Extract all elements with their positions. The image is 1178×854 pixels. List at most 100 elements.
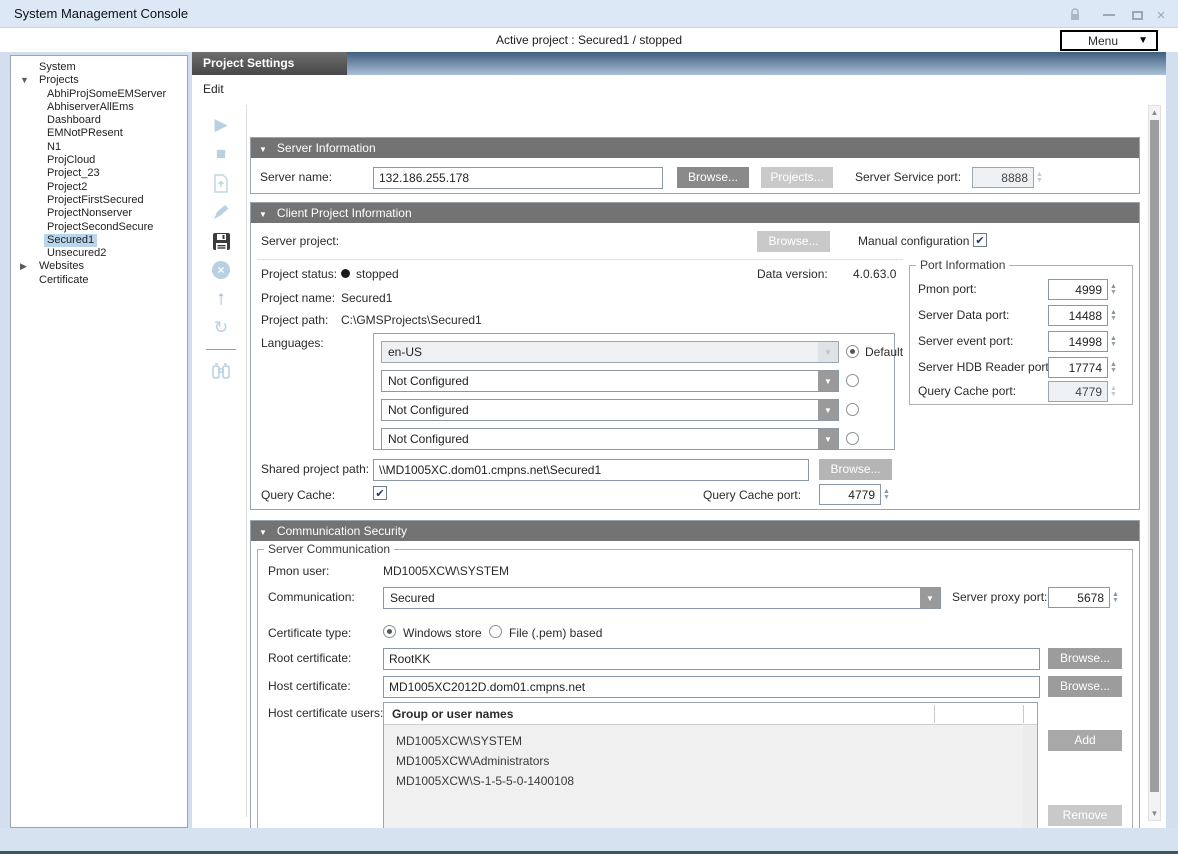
remove-user-button[interactable]: Remove (1048, 805, 1122, 826)
column-separator (934, 705, 935, 723)
server-hdb-reader-port-spinner[interactable]: ▲▼ (1048, 357, 1117, 378)
spinner-arrows-icon[interactable]: ▲▼ (1110, 336, 1117, 348)
tree-item-projects[interactable]: ▼Projects (11, 74, 187, 87)
host-certificate-input[interactable] (383, 676, 1040, 698)
server-proxy-port-input[interactable] (1048, 587, 1110, 608)
language-dropdown-2[interactable]: Not Configured▼ (381, 370, 839, 392)
language-default-radio-4[interactable] (846, 432, 859, 445)
user-row[interactable]: MD1005XCW\S-1-5-5-0-1400108 (396, 774, 574, 788)
service-port-spinner[interactable]: ▲▼ (972, 167, 1043, 188)
edit-menu[interactable]: Edit (203, 82, 224, 96)
server-browse-button[interactable]: Browse... (677, 167, 749, 188)
menu-dropdown[interactable]: Menu ▼ (1060, 30, 1158, 51)
scroll-down-icon[interactable]: ▼ (1149, 807, 1160, 820)
tree-item-websites[interactable]: ▶Websites (11, 260, 187, 273)
save-icon[interactable] (209, 231, 233, 251)
query-cache-port-group-input[interactable] (1048, 381, 1108, 402)
pmon-port-input[interactable] (1048, 279, 1108, 300)
maximize-button[interactable] (1126, 7, 1148, 23)
language-dropdown-4[interactable]: Not Configured▼ (381, 428, 839, 450)
query-cache-port-input[interactable] (819, 484, 881, 505)
tree-item-project[interactable]: ProjectSecondSecure (11, 221, 187, 234)
server-name-input[interactable] (373, 167, 663, 189)
shared-project-path-input[interactable] (373, 459, 809, 481)
scroll-up-icon[interactable]: ▲ (1149, 106, 1160, 119)
language-dropdown-3[interactable]: Not Configured▼ (381, 399, 839, 421)
server-information-header[interactable]: ▼Server Information (251, 138, 1139, 158)
pmon-port-spinner[interactable]: ▲▼ (1048, 279, 1117, 300)
tree-item-project[interactable]: Project_23 (11, 167, 187, 180)
communication-security-header[interactable]: ▼Communication Security (251, 521, 1139, 541)
tree-item-system[interactable]: System (11, 61, 187, 74)
minimize-button[interactable] (1098, 7, 1120, 23)
expand-icon[interactable]: ▶ (20, 260, 27, 273)
scrollbar-thumb[interactable] (1150, 120, 1159, 792)
language-default-radio-3[interactable] (846, 403, 859, 416)
close-button[interactable]: × (1150, 7, 1172, 23)
query-cache-port-spinner[interactable]: ▲▼ (819, 484, 890, 505)
users-list-header[interactable]: Group or user names (384, 703, 1037, 725)
spinner-arrows-icon[interactable]: ▲▼ (1110, 284, 1117, 296)
language-default-radio-2[interactable] (846, 374, 859, 387)
user-row[interactable]: MD1005XCW\Administrators (396, 754, 549, 768)
host-certificate-users-list[interactable]: Group or user names MD1005XCW\SYSTEM MD1… (383, 702, 1038, 848)
client-project-information-header[interactable]: ▼Client Project Information (251, 203, 1139, 223)
spinner-arrows-icon[interactable]: ▲▼ (1110, 386, 1117, 398)
projects-button[interactable]: Projects... (761, 167, 833, 188)
query-cache-checkbox[interactable] (373, 486, 387, 500)
history-refresh-icon[interactable]: ↻ (209, 318, 233, 338)
spinner-arrows-icon[interactable]: ▲▼ (1112, 592, 1119, 604)
language-default-radio-1[interactable] (846, 345, 859, 358)
server-proxy-port-spinner[interactable]: ▲▼ (1048, 587, 1119, 608)
server-hdb-reader-port-input[interactable] (1048, 357, 1108, 378)
server-event-port-spinner[interactable]: ▲▼ (1048, 331, 1117, 352)
tree-item-project[interactable]: AbhiProjSomeEMServer (11, 88, 187, 101)
spinner-arrows-icon[interactable]: ▲▼ (1110, 362, 1117, 374)
upgrade-project-icon[interactable]: ↑ (209, 289, 233, 309)
tree-item-project[interactable]: ProjectNonserver (11, 207, 187, 220)
tree-item-project[interactable]: AbhiserverAllEms (11, 101, 187, 114)
start-project-icon[interactable]: ▶ (209, 115, 233, 135)
service-port-input[interactable] (972, 167, 1034, 188)
tree-item-project[interactable]: Dashboard (11, 114, 187, 127)
file-pem-radio[interactable] (489, 625, 502, 638)
tree-item-secured1-selected[interactable]: Secured1 (11, 234, 187, 247)
server-project-browse-button[interactable]: Browse... (757, 231, 830, 252)
project-name-value: Secured1 (341, 291, 392, 305)
tab-project-settings[interactable]: Project Settings (192, 52, 347, 75)
compare-projects-icon[interactable] (209, 361, 233, 381)
users-list-vertical-scrollbar[interactable] (1023, 726, 1036, 838)
edit-project-icon[interactable] (209, 202, 233, 222)
main-vertical-scrollbar[interactable]: ▲ ▼ (1148, 105, 1161, 821)
spinner-arrows-icon[interactable]: ▲▼ (883, 489, 890, 501)
windows-store-radio[interactable] (383, 625, 396, 638)
cancel-icon[interactable]: × (209, 260, 233, 280)
shared-path-browse-button[interactable]: Browse... (819, 459, 892, 480)
language-dropdown-1[interactable]: en-US▼ (381, 341, 839, 363)
server-data-port-input[interactable] (1048, 305, 1108, 326)
tree-item-project[interactable]: N1 (11, 141, 187, 154)
tree-item-project[interactable]: ProjectFirstSecured (11, 194, 187, 207)
server-event-port-input[interactable] (1048, 331, 1108, 352)
host-certificate-browse-button[interactable]: Browse... (1048, 676, 1122, 697)
tree-item-project[interactable]: EMNotPResent (11, 127, 187, 140)
restore-project-icon[interactable] (209, 173, 233, 193)
column-separator (1023, 705, 1024, 723)
collapse-icon: ▼ (259, 210, 267, 219)
communication-dropdown[interactable]: Secured▼ (383, 587, 941, 609)
query-cache-port-group-spinner[interactable]: ▲▼ (1048, 381, 1117, 402)
tree-item-project[interactable]: Unsecured2 (11, 247, 187, 260)
user-row[interactable]: MD1005XCW\SYSTEM (396, 734, 522, 748)
root-certificate-input[interactable] (383, 648, 1040, 670)
manual-configuration-checkbox[interactable] (973, 233, 987, 247)
stop-project-icon[interactable]: ■ (209, 144, 233, 164)
tree-item-project[interactable]: Project2 (11, 181, 187, 194)
root-certificate-browse-button[interactable]: Browse... (1048, 648, 1122, 669)
tree-item-project[interactable]: ProjCloud (11, 154, 187, 167)
add-user-button[interactable]: Add (1048, 730, 1122, 751)
server-data-port-spinner[interactable]: ▲▼ (1048, 305, 1117, 326)
tree-item-certificate[interactable]: Certificate (11, 274, 187, 287)
spinner-arrows-icon[interactable]: ▲▼ (1036, 172, 1043, 184)
spinner-arrows-icon[interactable]: ▲▼ (1110, 310, 1117, 322)
collapse-icon[interactable]: ▼ (20, 74, 29, 87)
